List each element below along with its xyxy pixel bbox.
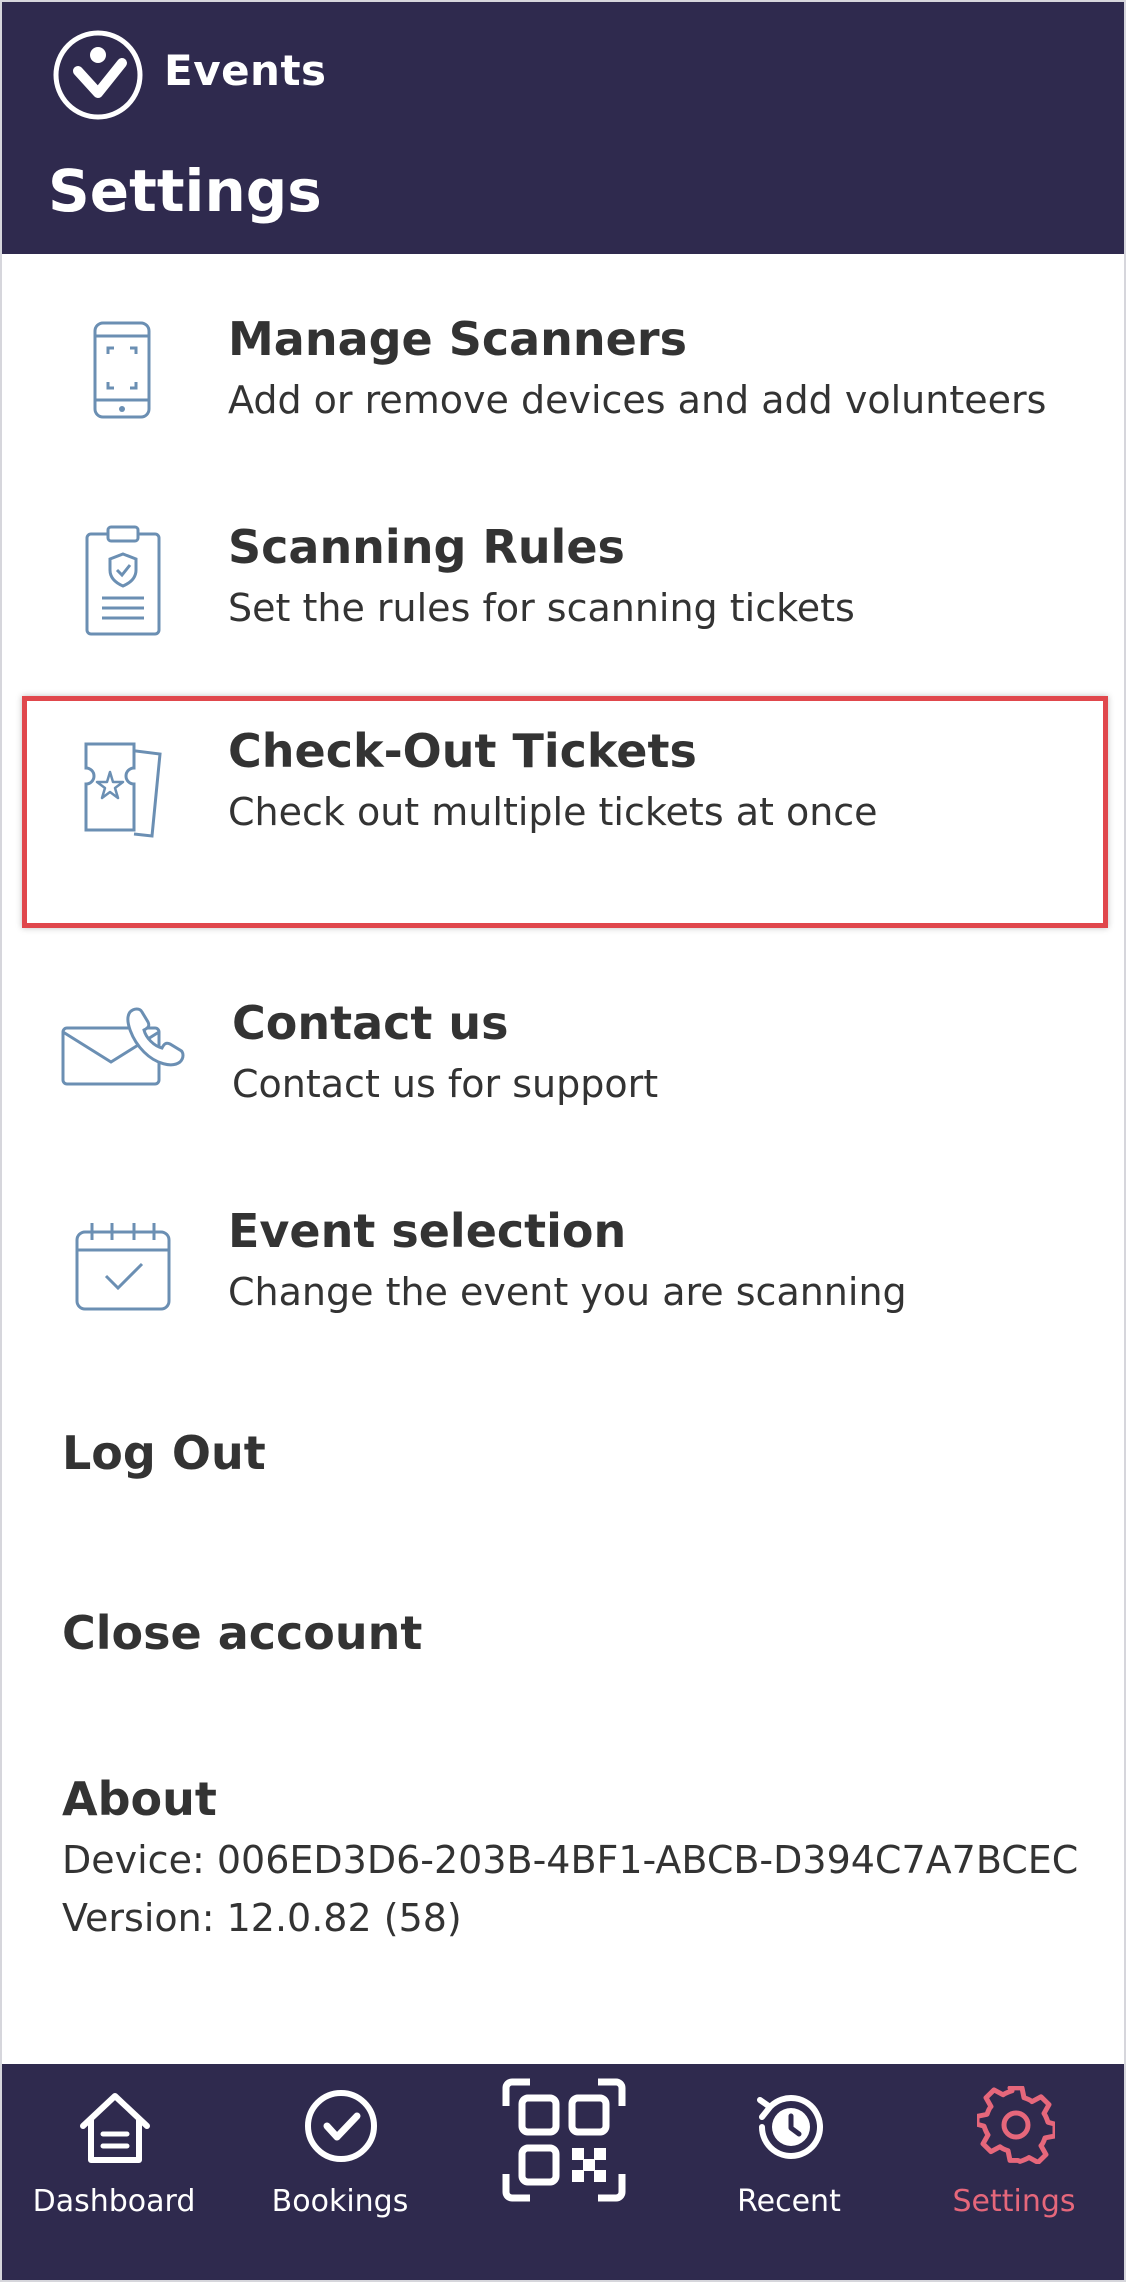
envelope-phone-icon [61, 1007, 185, 1086]
close-account-button[interactable]: Close account [62, 1606, 422, 1660]
check-circle-icon [305, 2090, 377, 2162]
settings-item-subtitle: Check out multiple tickets at once [228, 790, 878, 834]
phone-scanner-icon [93, 321, 151, 419]
settings-item-title: Manage Scanners [228, 312, 687, 366]
app-brand: Events [164, 46, 327, 95]
settings-item-subtitle: Contact us for support [232, 1062, 659, 1106]
settings-item-subtitle: Add or remove devices and add volunteers [228, 378, 1047, 422]
tab-scan[interactable] [452, 2064, 678, 2280]
settings-item-subtitle: Set the rules for scanning tickets [228, 586, 855, 630]
settings-item-contact-us[interactable]: Contact us Contact us for support [2, 986, 1124, 1146]
page-title: Settings [48, 157, 322, 225]
history-icon [757, 2095, 823, 2159]
gear-icon [977, 2086, 1055, 2164]
screen: Events Settings Manage Scanners Add or r… [0, 0, 1126, 2282]
app-header: Events Settings [2, 2, 1124, 254]
tab-bookings[interactable]: Bookings [227, 2064, 452, 2280]
settings-item-scanning-rules[interactable]: Scanning Rules Set the rules for scannin… [2, 510, 1124, 670]
tab-label: Recent [737, 2184, 841, 2219]
clipboard-shield-icon [85, 525, 161, 636]
settings-item-title: Contact us [232, 996, 509, 1050]
app-logo-icon [53, 30, 143, 120]
device-id: Device: 006ED3D6-203B-4BF1-ABCB-D394C7A7… [62, 1838, 1079, 1882]
settings-item-event-selection[interactable]: Event selection Change the event you are… [2, 1194, 1124, 1354]
tab-dashboard[interactable]: Dashboard [2, 2064, 227, 2280]
qr-code-icon [502, 2078, 626, 2202]
tab-label: Settings [952, 2184, 1076, 2219]
settings-item-title: Check-Out Tickets [228, 724, 697, 778]
settings-item-manage-scanners[interactable]: Manage Scanners Add or remove devices an… [2, 302, 1124, 462]
tab-label: Dashboard [32, 2184, 196, 2219]
settings-item-title: Event selection [228, 1204, 627, 1258]
logout-button[interactable]: Log Out [62, 1426, 266, 1480]
calendar-check-icon [75, 1223, 171, 1311]
bottom-tab-bar: Dashboard Bookings Recent Settings [2, 2064, 1124, 2280]
settings-item-title: Scanning Rules [228, 520, 625, 574]
tab-settings[interactable]: Settings [903, 2064, 1124, 2280]
settings-item-subtitle: Change the event you are scanning [228, 1270, 907, 1314]
settings-item-check-out-tickets[interactable]: Check-Out Tickets Check out multiple tic… [2, 718, 1124, 908]
ticket-star-icon [84, 742, 162, 838]
app-version: Version: 12.0.82 (58) [62, 1896, 462, 1940]
home-icon [80, 2093, 150, 2163]
about-title: About [62, 1772, 217, 1826]
tab-recent[interactable]: Recent [678, 2064, 903, 2280]
tab-label: Bookings [271, 2184, 409, 2219]
